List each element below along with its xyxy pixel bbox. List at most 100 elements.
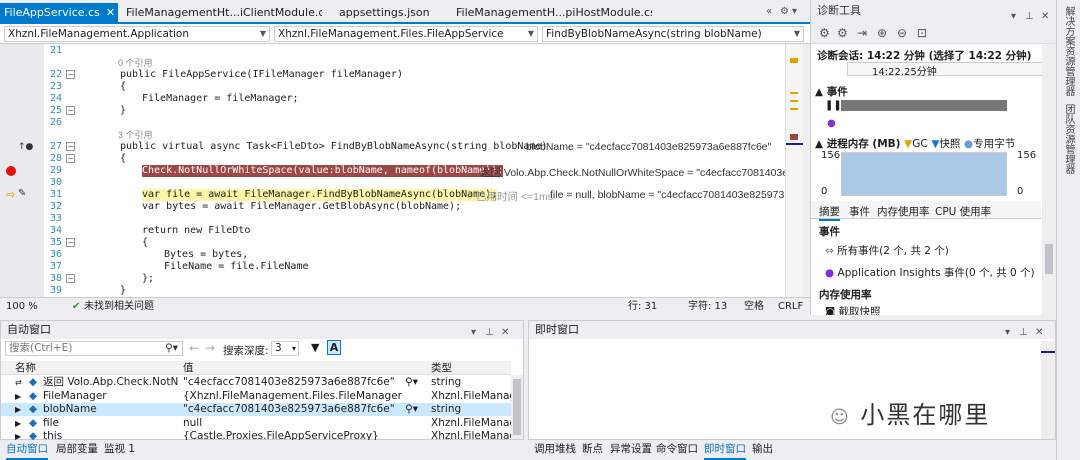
filter-icon[interactable]: ▼ (311, 341, 319, 354)
editor-minimap[interactable] (785, 44, 803, 297)
subtab-summary[interactable]: 摘要 (819, 204, 840, 221)
code-line[interactable]: FileManager = fileManager; (142, 93, 299, 105)
autos-search-input[interactable]: 搜索(Ctrl+E) ⚲▾ (5, 341, 183, 356)
team-explorer-tab[interactable]: 团队资源管理器 (1061, 104, 1076, 174)
code-line[interactable]: { (142, 237, 148, 249)
app-insights-link[interactable]: ● Application Insights 事件(0 个, 共 0 个) (825, 265, 1035, 280)
line-ending[interactable]: CRLF (778, 298, 803, 315)
subtab-cpu[interactable]: CPU 使用率 (935, 204, 991, 219)
select-tools-icon[interactable]: ⚙ (837, 26, 848, 40)
close-icon[interactable]: ✕ (106, 6, 115, 19)
datatip-line31-time[interactable]: 已用时间 <=1ms (476, 189, 553, 204)
tab-autos[interactable]: 自动窗口 (6, 440, 48, 460)
collapse-icon[interactable]: − (66, 154, 75, 163)
zoom-out-icon[interactable]: ⊖ (897, 26, 907, 40)
tab-watch1[interactable]: 监视 1 (104, 440, 135, 458)
close-icon[interactable]: ✕ (1035, 324, 1043, 342)
collapse-icon[interactable]: − (66, 70, 75, 79)
tab-call-stack[interactable]: 调用堆栈 (534, 440, 576, 458)
scroll-thumb[interactable] (1045, 244, 1053, 274)
code-line[interactable]: public virtual async Task<FileDto> FindB… (120, 141, 547, 153)
collapse-icon[interactable]: − (66, 238, 75, 247)
code-line[interactable]: { (120, 81, 126, 93)
datatip-line29[interactable]: 返回 Volo.Abp.Check.NotNullOrWhiteSpace = … (480, 165, 785, 180)
tab-breakpoints[interactable]: 断点 (582, 440, 603, 458)
subtab-memory[interactable]: 内存使用率 (877, 204, 930, 219)
table-row[interactable]: ⇄ ◆ 返回 Volo.Abp.Check.NotNull... "c4ecfacc7… (1, 376, 511, 389)
scroll-tabs-icon[interactable]: « (766, 6, 772, 17)
code-editor[interactable]: 21 0 个引用 22 public FileAppService(IFileMana… (0, 44, 803, 297)
code-line[interactable]: 0 个引用 (118, 57, 153, 69)
chevron-down-icon[interactable]: ▾ (471, 324, 476, 342)
code-line[interactable]: var bytes = await FileManager.GetBlobAsy… (142, 201, 461, 213)
editor-scrollbar[interactable] (803, 44, 810, 297)
events-track[interactable] (841, 100, 1007, 111)
pause-icon[interactable]: ❚❚ (825, 100, 842, 111)
chevron-down-icon[interactable]: ▾ (1005, 324, 1010, 342)
expand-icon[interactable]: ▶ (15, 417, 21, 430)
immediate-scrollbar[interactable] (1041, 341, 1055, 439)
magnifier-icon[interactable]: ⚲▾ (405, 403, 418, 416)
member-dropdown[interactable]: FindByBlobNameAsync(string blobName) ▼ (542, 26, 804, 42)
expand-icon[interactable]: ▶ (15, 403, 21, 416)
column-type[interactable]: 类型 (431, 361, 452, 375)
memory-graph[interactable] (841, 152, 1007, 196)
code-line[interactable]: } (120, 105, 126, 117)
tab-immediate[interactable]: 即时窗口 (704, 440, 746, 460)
whitespace-mode[interactable]: 空格 (744, 298, 764, 315)
table-row[interactable]: ▶ ◆ blobName "c4ecfacc7081403e825973a6e887f… (1, 403, 511, 416)
search-icon[interactable]: ⚲▾ (165, 342, 178, 355)
column-name[interactable]: 名称 (15, 361, 36, 375)
tab-clientmodule[interactable]: FileManagementHt...iClientModule.cs (122, 3, 322, 22)
code-line[interactable]: } (120, 285, 126, 297)
tab-fileappservice[interactable]: FileAppService.cs ✕ (0, 3, 118, 22)
table-row[interactable]: ▶ ◆ file null Xhznl.FileManag... (1, 417, 511, 430)
breakpoint-icon[interactable] (6, 166, 16, 176)
tab-command-window[interactable]: 命令窗口 (656, 440, 698, 458)
code-line[interactable]: Check.NotNullOrWhiteSpace(value:blobName… (142, 165, 504, 177)
tab-hostmodule[interactable]: FileManagementH...piHostModule.cs (452, 3, 652, 22)
code-line[interactable]: }; (142, 273, 154, 285)
code-line[interactable]: return new FileDto (142, 225, 250, 237)
run-to-cursor-icon[interactable]: ✎ (18, 188, 26, 199)
tab-output[interactable]: 输出 (752, 440, 773, 458)
all-events-link[interactable]: ⇔ 所有事件(2 个, 共 2 个) (825, 243, 949, 258)
code-line[interactable]: { (120, 153, 126, 165)
tab-exception-settings[interactable]: 异常设置 (610, 440, 652, 458)
tab-locals[interactable]: 局部变量 (56, 440, 98, 458)
code-line[interactable]: 3 个引用 (118, 129, 153, 141)
table-row[interactable]: ▶ ◆ FileManager {Xhznl.FileManagement.Files… (1, 390, 511, 403)
return-value-icon[interactable]: ⇄ (15, 376, 22, 389)
depth-select[interactable]: 3 ▾ (271, 341, 299, 356)
solution-explorer-tab[interactable]: 解决方案资源管理器 (1061, 6, 1076, 96)
take-snapshot-button[interactable]: ◙ 截取快照 (825, 304, 881, 315)
pin-icon[interactable]: ⊥ (485, 324, 494, 342)
settings-icon[interactable]: ⚙ (819, 26, 830, 40)
back-icon[interactable]: ← (189, 341, 199, 355)
code-line[interactable]: public FileAppService(IFileManager fileM… (120, 69, 403, 81)
gear-icon[interactable]: ⚙ (780, 6, 789, 17)
magnifier-icon[interactable]: ⚲▾ (405, 376, 418, 389)
pin-icon[interactable]: ⊥ (1019, 324, 1028, 342)
scroll-thumb[interactable] (513, 379, 521, 435)
datatip-line31[interactable]: file = null, blobName = "c4ecfacc7081403… (550, 189, 784, 201)
text-mode-icon[interactable]: A (327, 340, 341, 355)
tab-appsettings[interactable]: appsettings.json (335, 3, 435, 22)
collapse-icon[interactable]: − (66, 274, 75, 283)
code-line[interactable]: Bytes = bytes, (164, 249, 248, 261)
timeline[interactable]: 14:22.25分钟 (847, 62, 1047, 78)
project-dropdown[interactable]: Xhznl.FileManagement.Application ▼ (4, 26, 270, 42)
code-line[interactable]: FileName = file.FileName (164, 261, 309, 273)
zoom-level[interactable]: 100 % (6, 298, 38, 315)
column-value[interactable]: 值 (183, 361, 194, 375)
expand-icon[interactable]: ▶ (15, 390, 21, 403)
zoom-in-icon[interactable]: ⊕ (877, 26, 887, 40)
subtab-events[interactable]: 事件 (849, 204, 870, 219)
class-dropdown[interactable]: Xhznl.FileManagement.Files.FileAppServic… (274, 26, 538, 42)
code-line[interactable]: var file = await FileManager.FindByBlobN… (142, 189, 498, 201)
collapse-icon[interactable]: − (66, 106, 75, 115)
reset-zoom-icon[interactable]: ⊡ (917, 26, 927, 40)
forward-icon[interactable]: → (205, 341, 215, 355)
datatip-line27[interactable]: blobName = "c4ecfacc7081403e825973a6e887… (526, 141, 771, 153)
chevron-down-icon[interactable]: ▾ (792, 6, 797, 17)
